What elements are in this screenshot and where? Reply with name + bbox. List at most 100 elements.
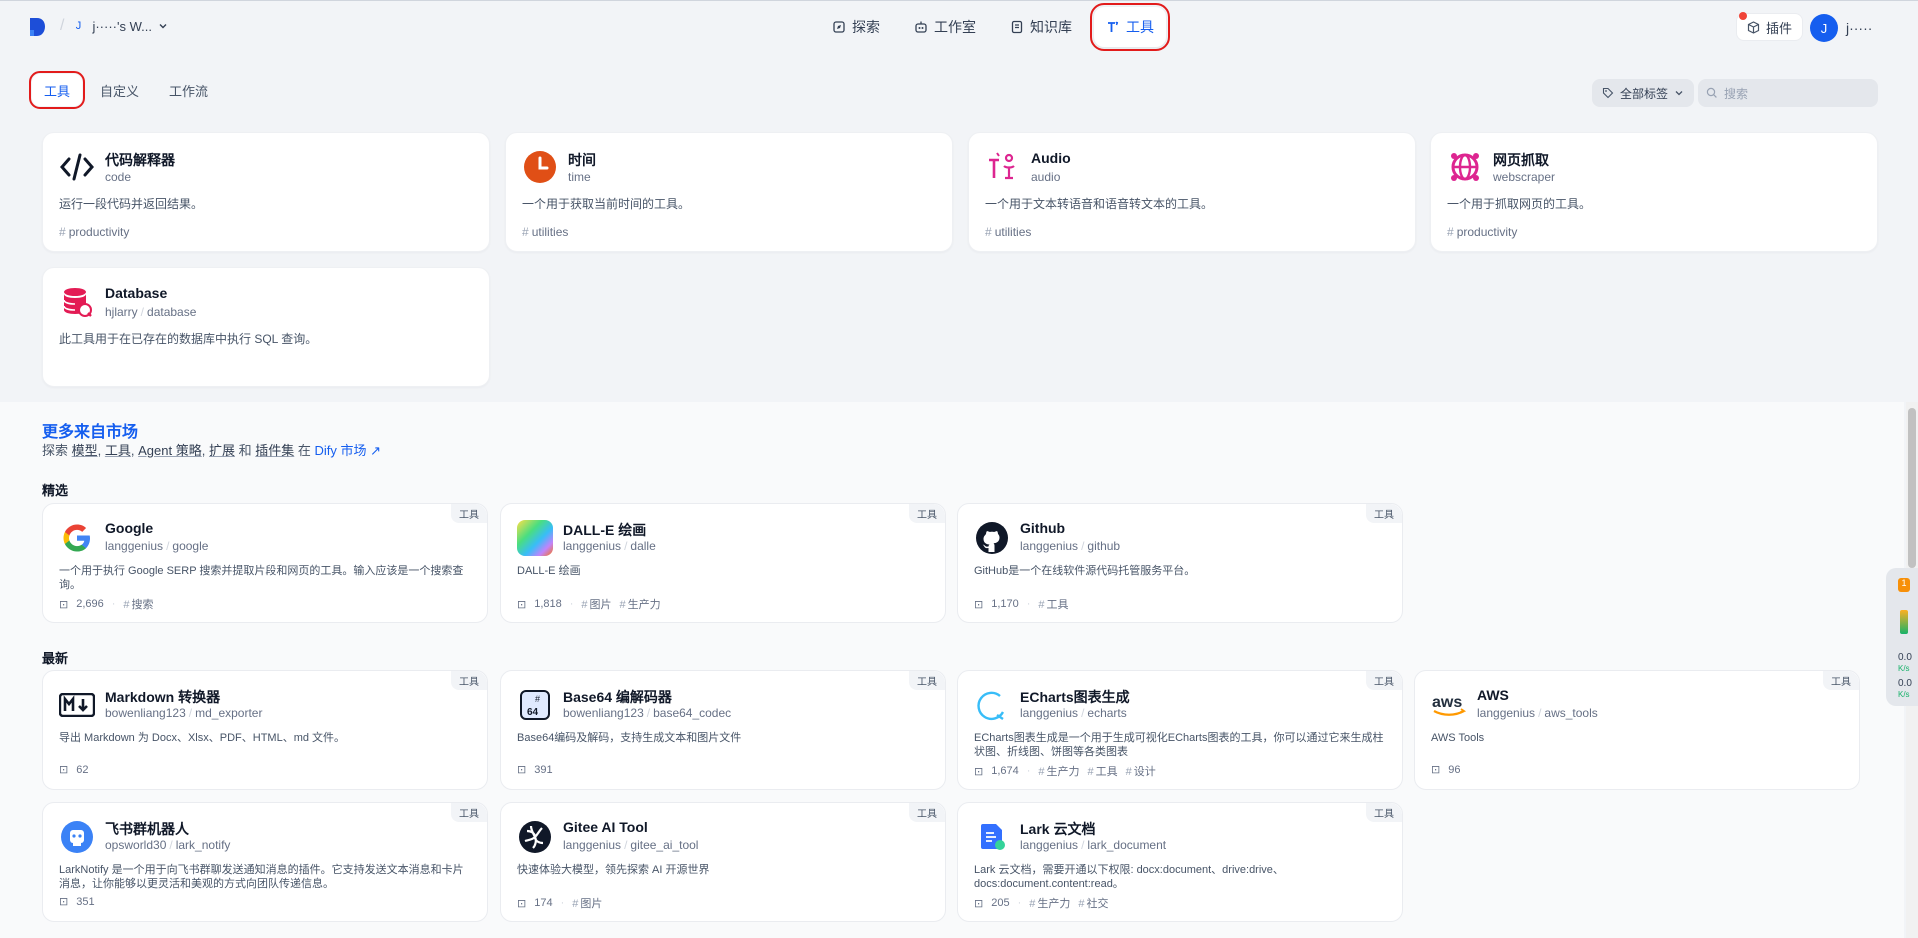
markdown-icon	[59, 687, 95, 723]
plugin-name: aws_tools	[1544, 706, 1598, 720]
plugin-org: opsworld30/lark_notify	[105, 838, 231, 852]
install-icon: ⊡	[1431, 764, 1441, 776]
plugin-tag: 搜索	[123, 596, 154, 612]
marketplace-subtitle: 探索 模型, 工具, Agent 策略, 扩展 和 插件集 在 Dify 市场 …	[42, 443, 382, 458]
mk-sub-prefix: 探索	[42, 443, 69, 458]
plugin-card-dalle[interactable]: 工具 DALL-E 绘画 langgenius / dalle DALL-E 绘画 …	[500, 503, 946, 623]
network-speed-widget[interactable]: 1 0.0 K/s 0.0 K/s	[1886, 568, 1918, 706]
svg-text:aws: aws	[1432, 694, 1462, 711]
search-input[interactable]: 搜索	[1698, 79, 1878, 107]
plugin-meta: ⊡205 · 生产力 社交	[974, 895, 1109, 911]
plugin-meta: ⊡2,696 · 搜索	[59, 596, 154, 612]
tab-workflow[interactable]: 工作流	[157, 74, 220, 106]
plugin-name: lark_document	[1087, 838, 1167, 852]
nav-explore[interactable]: 探索	[820, 7, 892, 47]
plugin-tag: 生产力	[1029, 895, 1070, 911]
install-icon: ⊡	[974, 765, 984, 778]
mk-sub-and: 和	[238, 443, 252, 458]
install-count: 2,696	[76, 598, 104, 610]
plugin-meta: ⊡ 62	[59, 763, 88, 777]
tool-card-database[interactable]: Database hjlarry / database 此工具用于在已存在的数据库中…	[42, 267, 490, 387]
plugin-title: 飞书群机器人	[105, 821, 189, 837]
marketplace-link[interactable]: Dify 市场 ↗	[315, 443, 382, 458]
plugin-author: bowenliang123	[105, 706, 186, 720]
plugin-description: LarkNotify 是一个用于向飞书群聊发送通知消息的插件。它支持发送文本消息…	[59, 864, 464, 890]
plugin-card-gitee[interactable]: 工具 Gitee AI Tool langgenius / gitee_ai_too…	[500, 802, 946, 922]
plugin-title: Github	[1020, 520, 1066, 536]
plugin-card-echarts[interactable]: 工具 ECharts图表生成 langgenius / echarts EChart…	[957, 670, 1403, 790]
plugin-card-aws[interactable]: 工具 aws AWS langgenius / aws_tools AWS Tool…	[1414, 670, 1860, 790]
mk-sub-bundles: 插件集	[255, 443, 295, 458]
plugin-name: github	[1087, 539, 1121, 553]
notification-dot	[1739, 12, 1747, 20]
tool-author: hjlarry	[105, 305, 138, 319]
tool-subtitle: audio	[1031, 170, 1061, 184]
plugin-tag: 工具	[1088, 763, 1118, 779]
tool-description: 一个用于获取当前时间的工具。	[522, 197, 691, 211]
tool-type-tabs: 工具 自定义 工作流	[28, 71, 220, 109]
plugin-title: Lark 云文档	[1020, 821, 1096, 837]
install-icon: ⊡	[59, 598, 69, 611]
base64-icon: 64 #	[517, 687, 553, 723]
plugin-org: langgenius / aws_tools	[1477, 706, 1598, 720]
tool-card-time[interactable]: 时间 time 一个用于获取当前时间的工具。 # utilities	[505, 132, 953, 252]
aws-icon: aws	[1431, 687, 1467, 723]
plugin-tag: 设计	[1126, 763, 1156, 779]
nav-studio[interactable]: 工作室	[902, 7, 988, 47]
plugin-card-lark-notify[interactable]: 工具 飞书群机器人 opsworld30/lark_notify LarkNot…	[42, 802, 488, 922]
tool-card-audio[interactable]: Audio audio 一个用于文本转语音和语音转文本的工具。 # utiliti…	[968, 132, 1416, 252]
plugin-name: google	[172, 539, 209, 553]
category-badge: 工具	[909, 803, 945, 822]
category-badge: 工具	[1366, 803, 1402, 822]
dify-logo-icon[interactable]	[28, 17, 46, 37]
tool-card-code[interactable]: 代码解释器 code 运行一段代码并返回结果。 # productivity	[42, 132, 490, 252]
robot-icon	[915, 21, 927, 33]
workspace-name: j·····'s W...	[92, 18, 152, 34]
tool-tag: # utilities	[985, 225, 1032, 239]
install-icon: ⊡	[517, 897, 527, 910]
plugin-title: AWS	[1477, 687, 1509, 703]
plugin-description: Base64编码及解码，支持生成文本和图片文件	[517, 732, 742, 744]
plugin-org: langgenius / google	[105, 539, 209, 553]
plugin-description: 快速体验大模型，领先探索 AI 开源世界	[517, 864, 710, 876]
upload-unit: K/s	[1898, 664, 1910, 673]
plugin-card-github[interactable]: 工具 Github langgenius / github GitHub是一个在线软…	[957, 503, 1403, 623]
tab-custom[interactable]: 自定义	[88, 74, 151, 106]
nav-knowledge[interactable]: 知识库	[998, 7, 1084, 47]
plugin-card-google[interactable]: 工具 Google langgenius / google 一个用于执行 Googl…	[42, 503, 488, 623]
google-icon	[59, 520, 95, 556]
tool-tag-label: productivity	[68, 225, 130, 239]
install-count: 1,818	[534, 598, 562, 610]
marketplace-title: 更多来自市场	[42, 424, 139, 441]
tag-filter-dropdown[interactable]: 全部标签	[1592, 79, 1695, 107]
plugin-meta: ⊡ 96	[1431, 763, 1460, 777]
latest-heading: 最新	[42, 651, 69, 666]
install-icon: ⊡	[974, 897, 984, 910]
globe-icon	[1447, 149, 1483, 185]
external-arrow-icon: ↗	[370, 443, 382, 458]
widget-badge: 1	[1898, 578, 1910, 592]
plugins-button[interactable]: 插件	[1736, 12, 1804, 41]
github-icon	[974, 520, 1010, 556]
cube-icon	[1747, 20, 1760, 34]
plugin-card-lark-doc[interactable]: 工具 Lark 云文档 langgenius / lark_document Lar…	[957, 802, 1403, 922]
scrollbar-thumb[interactable]	[1908, 408, 1916, 568]
category-badge: 工具	[451, 671, 487, 690]
tool-description: 一个用于文本转语音和语音转文本的工具。	[985, 197, 1214, 211]
plugin-title: Google	[105, 520, 154, 536]
plugin-card-markdown[interactable]: 工具 Markdown 转换器 bowenliang123/md_exporte…	[42, 670, 488, 790]
tool-tag-label: utilities	[994, 225, 1032, 239]
tool-card-webscraper[interactable]: 网页抓取 webscraper 一个用于抓取网页的工具。 # productivi…	[1430, 132, 1878, 252]
install-icon: ⊡	[59, 896, 69, 908]
tab-builtin-tools[interactable]: 工具	[28, 71, 86, 109]
plugin-name: md_exporter	[195, 706, 263, 720]
tool-subtitle: hjlarry / database	[105, 305, 197, 319]
plugin-card-base64[interactable]: 工具 64 # Base64 编解码器 bowenliang123/base64_…	[500, 670, 946, 790]
nav-tools[interactable]: 工具	[1090, 3, 1170, 51]
tool-title: Database	[105, 285, 168, 301]
plugin-name: base64_codec	[653, 706, 732, 720]
mk-sub-tools: 工具	[104, 443, 131, 458]
install-count: 351	[76, 895, 95, 908]
workspace-switcher[interactable]: / J j·····'s W...	[60, 17, 168, 35]
user-menu[interactable]: J j·····	[1810, 14, 1872, 42]
